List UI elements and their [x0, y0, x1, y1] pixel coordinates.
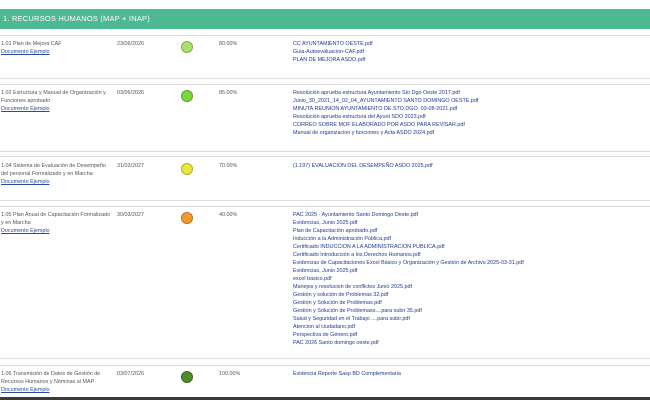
row-divider: [0, 84, 650, 85]
example-document-link[interactable]: Documento Ejemplo: [1, 178, 113, 186]
document-link[interactable]: (1.197) EVALUACION DEL DESEMPEÑO ASDO 20…: [293, 162, 593, 170]
completion-percent: 85.00%: [219, 90, 238, 96]
document-link[interactable]: Evidencias, Junio 2025.pdf: [293, 219, 593, 227]
indicator-name-cell: 1.02 Estructura y Manual de Organización…: [1, 89, 113, 113]
due-date: 03/06/2026: [117, 90, 144, 96]
due-date: 03/07/2026: [117, 371, 144, 377]
row-divider: [0, 156, 650, 157]
document-link[interactable]: Certificado INDUCCION A LA ADMINISTRACIO…: [293, 243, 593, 251]
document-link[interactable]: Guia-Autoevaluacion-CAF.pdf: [293, 48, 593, 56]
document-link[interactable]: Evidencia Reporte Sasp BD Complementaria: [293, 370, 593, 378]
status-indicator-icon: [181, 212, 193, 224]
top-strip: [0, 0, 650, 9]
indicator-title: 1.06 Transmisión de Datos de Gestión de …: [1, 371, 101, 385]
completion-percent: 80.00%: [219, 41, 238, 47]
documents-list: PAC 2025 - Ayuntamiento Santo Domingo Oe…: [293, 211, 593, 347]
indicator-name-cell: 1.06 Transmisión de Datos de Gestión de …: [1, 370, 113, 394]
completion-percent: 40.00%: [219, 212, 238, 218]
document-link[interactable]: Salud y Seguridad en el Trabajo ....para…: [293, 315, 593, 323]
indicator-title: 1.05 Plan Anual de Capacitación Formaliz…: [1, 212, 111, 226]
document-link[interactable]: Inducción a la Administración Pública.pd…: [293, 235, 593, 243]
completion-percent: 100.00%: [219, 371, 241, 377]
document-link[interactable]: Manual de organizacion y funciones y Act…: [293, 129, 593, 137]
document-link[interactable]: Plan de Capacitación aprobado.pdf: [293, 227, 593, 235]
document-link[interactable]: PAC 2025 - Ayuntamiento Santo Domingo Oe…: [293, 211, 593, 219]
documents-list: (1.197) EVALUACION DEL DESEMPEÑO ASDO 20…: [293, 162, 593, 170]
status-indicator-icon: [181, 90, 193, 102]
indicator-name-cell: 1.05 Plan Anual de Capacitación Formaliz…: [1, 211, 113, 235]
indicator-title: 1.02 Estructura y Manual de Organización…: [1, 90, 106, 104]
row-divider: [0, 78, 650, 79]
documents-list: Evidencia Reporte Sasp BD Complementaria: [293, 370, 593, 378]
section-header: 1. RECURSOS HUMANOS (MAP + INAP): [0, 9, 650, 29]
example-document-link[interactable]: Documento Ejemplo: [1, 386, 113, 394]
document-link[interactable]: Evidencias de Capacitaciones Excel Básic…: [293, 259, 593, 267]
document-link[interactable]: Evidencias, Junio 2025.pdf: [293, 267, 593, 275]
document-link[interactable]: Junio_30_2021_14_02_04_AYUNTAMIENTO SANT…: [293, 97, 593, 105]
document-link[interactable]: excel basico.pdf: [293, 275, 593, 283]
status-indicator-icon: [181, 163, 193, 175]
document-link[interactable]: CC AYUNTAMIENTO OESTE.pdf: [293, 40, 593, 48]
document-link[interactable]: Manejos y resolucion de conflictos Junio…: [293, 283, 593, 291]
document-link[interactable]: Gestión y solución de Problemas 32.pdf: [293, 291, 593, 299]
section-title: 1. RECURSOS HUMANOS (MAP + INAP): [3, 14, 150, 23]
completion-percent: 70.00%: [219, 163, 238, 169]
document-link[interactable]: Resolución aprueba estructura del Ayunt …: [293, 113, 593, 121]
status-indicator-icon: [181, 41, 193, 53]
document-link[interactable]: PAC 2026 Santo domingo oeste.pdf: [293, 339, 593, 347]
document-link[interactable]: PLAN DE MEJORA ASDO.pdf: [293, 56, 593, 64]
due-date: 23/06/2026: [117, 41, 144, 47]
row-divider: [0, 35, 650, 36]
indicator-title: 1.04 Sistema de Evaluación de Desempeño …: [1, 163, 106, 177]
example-document-link[interactable]: Documento Ejemplo: [1, 48, 113, 56]
document-link[interactable]: Resolución aprueba estructura Ayuntamien…: [293, 89, 593, 97]
due-date: 31/03/2027: [117, 163, 144, 169]
indicator-name-cell: 1.01 Plan de Mejora CAF Documento Ejemplo: [1, 40, 113, 56]
due-date: 30/03/2027: [117, 212, 144, 218]
indicator-name-cell: 1.04 Sistema de Evaluación de Desempeño …: [1, 162, 113, 186]
document-link[interactable]: Perspectiva de Género.pdf: [293, 331, 593, 339]
documents-list: Resolución aprueba estructura Ayuntamien…: [293, 89, 593, 137]
document-link[interactable]: Certificado Introducción a los Derechos …: [293, 251, 593, 259]
document-link[interactable]: Atencion al ciudadano.pdf: [293, 323, 593, 331]
row-divider: [0, 206, 650, 207]
row-divider: [0, 358, 650, 359]
documents-list: CC AYUNTAMIENTO OESTE.pdf Guia-Autoevalua…: [293, 40, 593, 64]
row-divider: [0, 200, 650, 201]
document-link[interactable]: CORREO SOBRE MOF ELABORADO POR ASDO PARA…: [293, 121, 593, 129]
status-indicator-icon: [181, 371, 193, 383]
row-divider: [0, 365, 650, 366]
example-document-link[interactable]: Documento Ejemplo: [1, 105, 113, 113]
document-link[interactable]: Gestión y Solución de Problemass....para…: [293, 307, 593, 315]
row-divider: [0, 151, 650, 152]
document-link[interactable]: MINUTA REUNION AYUNTAMIENTO DE STO.DGO. …: [293, 105, 593, 113]
example-document-link[interactable]: Documento Ejemplo: [1, 227, 113, 235]
indicator-title: 1.01 Plan de Mejora CAF: [1, 41, 62, 47]
document-link[interactable]: Gestión y Solución de Problemas.pdf: [293, 299, 593, 307]
